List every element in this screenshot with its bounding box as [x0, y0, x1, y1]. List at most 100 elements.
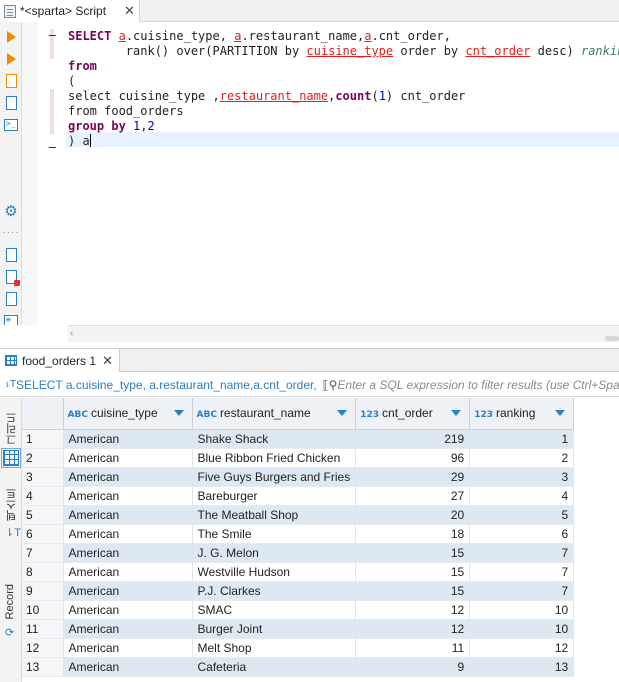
execute-statement-button[interactable]: [3, 29, 19, 45]
table-cell[interactable]: American: [63, 543, 193, 563]
table-cell[interactable]: Shake Shack: [192, 429, 357, 449]
table-cell[interactable]: P.J. Clarkes: [192, 581, 357, 601]
table-cell[interactable]: Westville Hudson: [192, 562, 357, 582]
table-cell[interactable]: American: [63, 638, 193, 658]
table-cell[interactable]: American: [63, 619, 193, 639]
table-cell[interactable]: 9: [355, 657, 471, 677]
table-cell[interactable]: 11: [355, 638, 471, 658]
table-cell[interactable]: 3: [469, 467, 575, 487]
table-row[interactable]: 10 American SMAC 12 10: [22, 600, 575, 620]
table-cell[interactable]: American: [63, 562, 193, 582]
table-row[interactable]: 4 American Bareburger 27 4: [22, 486, 575, 506]
table-cell[interactable]: American: [63, 467, 193, 487]
code-line[interactable]: (: [68, 74, 619, 89]
table-cell[interactable]: 15: [355, 581, 471, 601]
table-row[interactable]: 3 American Five Guys Burgers and Fries 29 3: [22, 467, 575, 487]
table-cell[interactable]: J. G. Melon: [192, 543, 357, 563]
table-cell[interactable]: 27: [355, 486, 471, 506]
filter-dropdown-icon[interactable]: [173, 410, 184, 416]
table-cell[interactable]: American: [63, 600, 193, 620]
table-row[interactable]: 12 American Melt Shop 11 12: [22, 638, 575, 658]
variables-button[interactable]: [3, 291, 19, 307]
table-cell[interactable]: American: [63, 581, 193, 601]
table-cell[interactable]: 7: [469, 543, 575, 563]
table-row[interactable]: 7 American J. G. Melon 15 7: [22, 543, 575, 563]
table-cell[interactable]: 12: [469, 638, 575, 658]
table-cell[interactable]: Burger Joint: [192, 619, 357, 639]
close-results-tab-icon[interactable]: ✕: [102, 353, 113, 369]
table-cell[interactable]: SMAC: [192, 600, 357, 620]
fold-marker[interactable]: [49, 147, 56, 148]
text-view-icon[interactable]: ⇂T: [5, 526, 21, 539]
code-line[interactable]: rank() over(PARTITION by cuisine_type or…: [68, 44, 619, 59]
execute-script-button[interactable]: [3, 73, 19, 89]
table-cell[interactable]: Cafeteria: [192, 657, 357, 677]
table-cell[interactable]: American: [63, 524, 193, 544]
table-cell[interactable]: Melt Shop: [192, 638, 357, 658]
column-header[interactable]: ABC restaurant_name: [192, 398, 357, 430]
table-cell[interactable]: 15: [355, 543, 471, 563]
table-row[interactable]: 1 American Shake Shack 219 1: [22, 429, 575, 449]
table-row[interactable]: 6 American The Smile 18 6: [22, 524, 575, 544]
filter-input[interactable]: Enter a SQL expression to filter results…: [337, 378, 619, 392]
column-header[interactable]: 123 ranking: [469, 398, 575, 430]
settings-button[interactable]: ⚙: [3, 204, 19, 220]
filter-dropdown-icon[interactable]: [337, 410, 348, 416]
table-cell[interactable]: 5: [469, 505, 575, 525]
table-cell[interactable]: 4: [469, 486, 575, 506]
table-cell[interactable]: 6: [469, 524, 575, 544]
table-cell[interactable]: 29: [355, 467, 471, 487]
grid-view-label[interactable]: 그리드: [4, 412, 20, 445]
table-cell[interactable]: 13: [469, 657, 575, 677]
table-cell[interactable]: 219: [355, 429, 471, 449]
show-output-button[interactable]: >_: [3, 117, 19, 133]
sql-preview[interactable]: SELECT a.cuisine_type, a.restaurant_name…: [16, 378, 317, 392]
table-cell[interactable]: 2: [469, 448, 575, 468]
code-line[interactable]: from: [68, 59, 619, 74]
fold-marker[interactable]: [49, 35, 56, 36]
export-results-button[interactable]: [3, 247, 19, 263]
editor-horizontal-scrollbar[interactable]: ‹: [68, 325, 619, 342]
record-view-icon[interactable]: ⟳: [5, 626, 14, 639]
table-row[interactable]: 2 American Blue Ribbon Fried Chicken 96 2: [22, 448, 575, 468]
table-row[interactable]: 8 American Westville Hudson 15 7: [22, 562, 575, 582]
results-panel-button[interactable]: [3, 269, 20, 286]
table-cell[interactable]: 18: [355, 524, 471, 544]
code-line[interactable]: select cuisine_type ,restaurant_name,cou…: [68, 89, 619, 104]
table-cell[interactable]: American: [63, 448, 193, 468]
sql-editor[interactable]: SELECT a.cuisine_type, a.restaurant_name…: [38, 22, 619, 325]
table-row[interactable]: 11 American Burger Joint 12 10: [22, 619, 575, 639]
table-cell[interactable]: American: [63, 505, 193, 525]
table-cell[interactable]: 20: [355, 505, 471, 525]
filter-dropdown-icon[interactable]: [555, 410, 566, 416]
table-cell[interactable]: Bareburger: [192, 486, 357, 506]
column-header[interactable]: 123 cnt_order: [355, 398, 471, 430]
table-cell[interactable]: 12: [355, 600, 471, 620]
table-cell[interactable]: 1: [469, 429, 575, 449]
code-line[interactable]: group by 1,2: [68, 119, 619, 134]
table-cell[interactable]: American: [63, 429, 193, 449]
table-cell[interactable]: 10: [469, 600, 575, 620]
table-cell[interactable]: 96: [355, 448, 471, 468]
table-cell[interactable]: The Meatball Shop: [192, 505, 357, 525]
scroll-thumb[interactable]: [605, 336, 619, 341]
table-row[interactable]: 9 American P.J. Clarkes 15 7: [22, 581, 575, 601]
tab-food-orders-1[interactable]: food_orders 1 ✕: [0, 349, 120, 372]
table-cell[interactable]: 7: [469, 581, 575, 601]
table-cell[interactable]: 15: [355, 562, 471, 582]
close-tab-icon[interactable]: ✕: [124, 3, 135, 19]
code-line[interactable]: from food_orders: [68, 104, 619, 119]
table-row[interactable]: 5 American The Meatball Shop 20 5: [22, 505, 575, 525]
code-line[interactable]: ) a: [68, 134, 619, 149]
table-cell[interactable]: 10: [469, 619, 575, 639]
table-cell[interactable]: The Smile: [192, 524, 357, 544]
table-cell[interactable]: 12: [355, 619, 471, 639]
table-cell[interactable]: American: [63, 657, 193, 677]
table-cell[interactable]: American: [63, 486, 193, 506]
record-view-label[interactable]: Record: [4, 584, 16, 619]
table-cell[interactable]: Five Guys Burgers and Fries: [192, 467, 357, 487]
more-tools-button[interactable]: ····: [2, 224, 19, 240]
filter-dropdown-icon[interactable]: [451, 410, 462, 416]
table-row[interactable]: 13 American Cafeteria 9 13: [22, 657, 575, 677]
table-cell[interactable]: 7: [469, 562, 575, 582]
